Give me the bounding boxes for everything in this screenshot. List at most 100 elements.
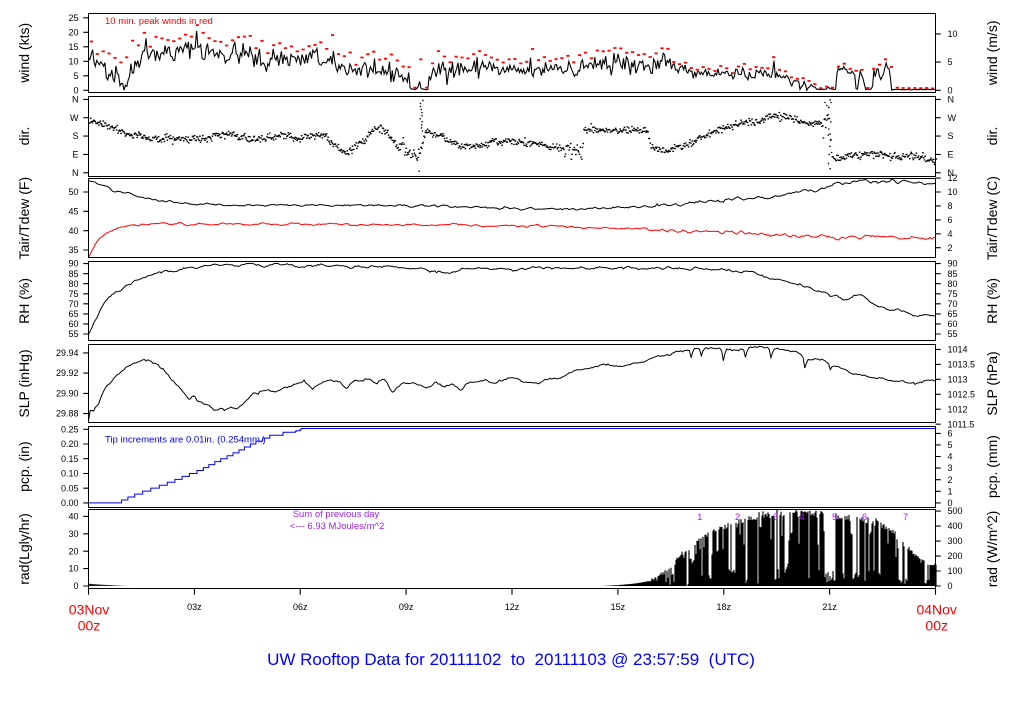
svg-text:0.05: 0.05 [61,483,79,493]
svg-text:wind (m/s): wind (m/s) [984,21,1000,87]
svg-text:4: 4 [948,452,953,462]
svg-text:60: 60 [68,319,78,329]
svg-text:00z: 00z [925,618,948,634]
svg-text:1012: 1012 [948,404,968,414]
svg-text:0.25: 0.25 [61,424,79,434]
svg-text:2: 2 [948,243,953,253]
svg-text:55: 55 [948,329,958,339]
svg-text:65: 65 [948,309,958,319]
svg-text:400: 400 [948,521,963,531]
svg-text:300: 300 [948,536,963,546]
svg-text:45: 45 [68,206,78,216]
svg-text:SLP (hPa): SLP (hPa) [984,351,1000,415]
svg-text:4: 4 [948,229,953,239]
svg-text:W: W [70,113,79,123]
svg-text:80: 80 [948,279,958,289]
svg-text:75: 75 [68,289,78,299]
svg-text:40: 40 [68,512,78,522]
svg-text:S: S [948,131,954,141]
svg-text:12z: 12z [505,602,520,612]
svg-text:pcp. (mm): pcp. (mm) [984,435,1000,498]
svg-text:29.94: 29.94 [56,348,79,358]
svg-text:40: 40 [68,226,78,236]
svg-text:Tair/Tdew (C): Tair/Tdew (C) [984,176,1000,260]
svg-text:29.90: 29.90 [56,389,79,399]
svg-text:E: E [72,150,78,160]
svg-text:10: 10 [948,187,958,197]
svg-text:10 min. peak winds in red: 10 min. peak winds in red [105,16,213,27]
svg-text:50: 50 [68,187,78,197]
svg-text:1013: 1013 [948,374,968,384]
svg-text:10: 10 [68,564,78,574]
svg-text:dir.: dir. [16,127,32,146]
svg-text:8: 8 [948,201,953,211]
svg-text:65: 65 [68,309,78,319]
svg-text:2: 2 [735,512,740,523]
svg-text:70: 70 [68,299,78,309]
svg-text:10: 10 [68,56,78,66]
svg-text:3: 3 [773,512,778,523]
svg-text:75: 75 [948,289,958,299]
svg-text:2: 2 [948,475,953,485]
svg-text:4: 4 [800,512,805,523]
svg-text:90: 90 [948,259,958,269]
svg-text:04Nov: 04Nov [916,602,956,618]
svg-text:90: 90 [68,259,78,269]
svg-text:5: 5 [948,57,953,67]
svg-text:7: 7 [903,512,908,523]
svg-text:10: 10 [948,29,958,39]
svg-text:W: W [948,113,957,123]
svg-text:55: 55 [68,329,78,339]
svg-text:S: S [72,131,78,141]
svg-text:5: 5 [73,71,78,81]
svg-text:100: 100 [948,566,963,576]
svg-text:500: 500 [948,506,963,516]
svg-text:21z: 21z [822,602,837,612]
svg-text:dir.: dir. [984,127,1000,146]
svg-text:85: 85 [948,269,958,279]
svg-text:wind (kts): wind (kts) [16,23,32,84]
svg-text:5: 5 [832,512,837,523]
svg-text:29.88: 29.88 [56,409,79,419]
svg-text:20: 20 [68,27,78,37]
svg-text:15z: 15z [611,602,626,612]
svg-text:N: N [72,168,79,178]
svg-text:Tair/Tdew (F): Tair/Tdew (F) [16,177,32,259]
svg-text:0.10: 0.10 [61,469,79,479]
svg-text:35: 35 [68,245,78,255]
svg-text:6: 6 [948,429,953,439]
svg-text:0: 0 [73,581,78,591]
svg-text:09z: 09z [399,602,414,612]
svg-text:RH (%): RH (%) [984,278,1000,324]
svg-text:1013.5: 1013.5 [948,360,976,370]
svg-text:200: 200 [948,551,963,561]
svg-text:Tip increments are 0.01in. (0.: Tip increments are 0.01in. (0.254mm.) [105,435,266,446]
svg-text:rad (W/m^2): rad (W/m^2) [984,511,1000,588]
svg-text:N: N [948,95,955,105]
svg-text:0.20: 0.20 [61,439,79,449]
svg-text:1012.5: 1012.5 [948,389,976,399]
svg-text:1014: 1014 [948,345,968,355]
svg-text:00z: 00z [78,618,101,634]
svg-text:6: 6 [948,215,953,225]
svg-text:0.00: 0.00 [61,498,79,508]
svg-text:70: 70 [948,299,958,309]
svg-text:15: 15 [68,42,78,52]
svg-text:3: 3 [948,463,953,473]
svg-text:5: 5 [948,440,953,450]
svg-text:E: E [948,150,954,160]
svg-text:85: 85 [68,269,78,279]
svg-text:25: 25 [68,13,78,23]
svg-text:N: N [72,95,79,105]
svg-text:60: 60 [948,319,958,329]
svg-text:20: 20 [68,546,78,556]
svg-text:RH (%): RH (%) [16,278,32,324]
svg-text:80: 80 [68,279,78,289]
svg-text:1: 1 [697,512,702,523]
svg-text:0.15: 0.15 [61,454,79,464]
svg-text:pcp. (in): pcp. (in) [16,441,32,492]
svg-text:0: 0 [948,581,953,591]
svg-text:rad(Lgly/hr): rad(Lgly/hr) [16,513,32,585]
svg-text:03z: 03z [187,602,202,612]
svg-text:<--- 6.93 MJoules/m^2: <--- 6.93 MJoules/m^2 [290,521,384,532]
